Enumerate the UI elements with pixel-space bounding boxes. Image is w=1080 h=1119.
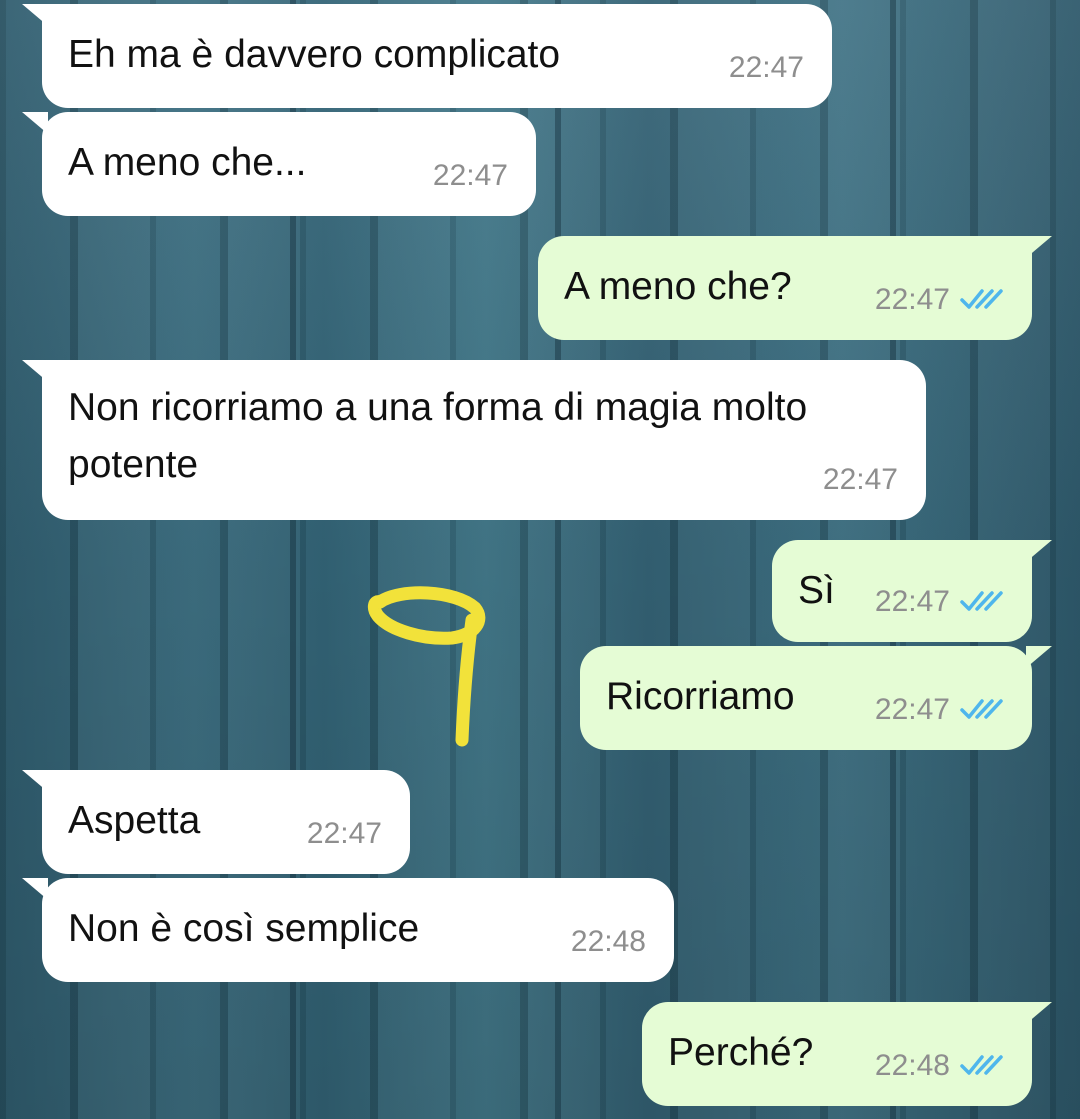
message-timestamp: 22:47 bbox=[432, 158, 508, 192]
message-meta: 22:47 bbox=[875, 581, 1004, 622]
message-meta: 22:47 bbox=[875, 689, 1004, 730]
message-bubble-incoming[interactable]: Aspetta 22:47 bbox=[22, 770, 410, 874]
message-text: Eh ma è davvero complicato bbox=[68, 33, 561, 76]
message-text: Non ricorriamo a una forma di magia molt… bbox=[68, 386, 808, 486]
message-timestamp: 22:47 bbox=[874, 282, 950, 316]
message-timestamp: 22:48 bbox=[874, 1048, 950, 1082]
message-text: Sì bbox=[798, 569, 835, 612]
message-timestamp: 22:47 bbox=[874, 584, 950, 618]
message-meta: 22:47 bbox=[433, 155, 508, 196]
double-check-icon bbox=[960, 289, 1003, 310]
message-text: Perché? bbox=[668, 1031, 814, 1074]
message-meta: 22:47 bbox=[307, 813, 382, 854]
double-check-icon bbox=[960, 1055, 1003, 1076]
double-check-icon bbox=[960, 699, 1003, 720]
message-meta: 22:47 bbox=[729, 47, 804, 88]
message-bubble-incoming[interactable]: Non è così semplice 22:48 bbox=[22, 878, 674, 982]
message-bubble-outgoing[interactable]: Sì 22:47 bbox=[772, 540, 1052, 642]
message-text: Aspetta bbox=[68, 799, 201, 842]
message-timestamp: 22:48 bbox=[570, 924, 646, 958]
message-timestamp: 22:47 bbox=[728, 50, 804, 84]
double-check-icon bbox=[960, 591, 1003, 612]
message-text: Non è così semplice bbox=[68, 907, 420, 950]
message-meta: 22:47 bbox=[875, 279, 1004, 320]
message-bubble-incoming[interactable]: Eh ma è davvero complicato 22:47 bbox=[22, 4, 832, 108]
message-bubble-incoming[interactable]: A meno che... 22:47 bbox=[22, 112, 536, 216]
message-text: A meno che? bbox=[564, 265, 792, 308]
message-bubble-incoming[interactable]: Non ricorriamo a una forma di magia molt… bbox=[22, 360, 926, 520]
message-text: A meno che... bbox=[68, 141, 307, 184]
message-meta: 22:48 bbox=[875, 1045, 1004, 1086]
message-bubble-outgoing[interactable]: Ricorriamo 22:47 bbox=[580, 646, 1052, 750]
hand-drawn-nine-doodle bbox=[367, 586, 486, 747]
message-bubble-outgoing[interactable]: A meno che? 22:47 bbox=[538, 236, 1052, 340]
message-timestamp: 22:47 bbox=[822, 462, 898, 496]
message-text: Ricorriamo bbox=[606, 675, 795, 718]
message-meta: 22:47 bbox=[823, 459, 898, 500]
message-meta: 22:48 bbox=[571, 921, 646, 962]
message-bubble-outgoing[interactable]: Perché? 22:48 bbox=[642, 1002, 1052, 1106]
message-timestamp: 22:47 bbox=[306, 816, 382, 850]
message-timestamp: 22:47 bbox=[874, 692, 950, 726]
